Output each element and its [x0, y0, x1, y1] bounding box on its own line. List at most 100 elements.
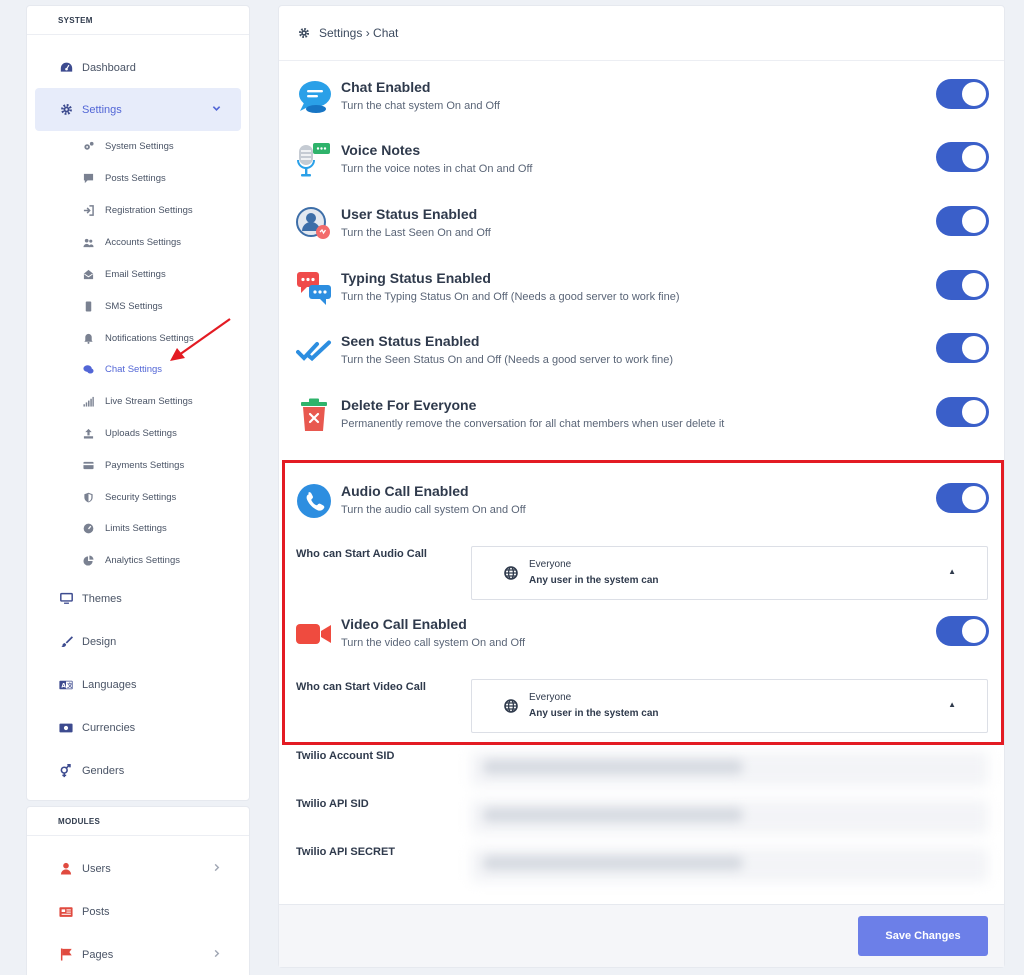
sidebar-subitem-posts-settings[interactable]: Posts Settings — [83, 168, 166, 188]
sidebar-subitem-system-settings[interactable]: System Settings — [83, 136, 174, 156]
chevron-down-icon — [212, 104, 221, 116]
twilio-api-secret-input[interactable] — [471, 848, 988, 882]
setting-seen-status: Seen Status Enabled Turn the Seen Status… — [296, 333, 989, 383]
sidebar-subitem-analytics-settings[interactable]: Analytics Settings — [83, 550, 180, 570]
microphone-icon — [296, 142, 332, 178]
chevron-right-icon — [212, 863, 221, 875]
user-icon — [59, 862, 73, 876]
system-heading: SYSTEM — [27, 6, 249, 35]
voice-notes-toggle[interactable] — [936, 142, 989, 172]
breadcrumb-text: Settings › Chat — [319, 26, 399, 40]
setting-description: Turn the Seen Status On and Off (Needs a… — [341, 354, 674, 366]
dashboard-icon — [59, 61, 73, 75]
setting-typing-status: Typing Status Enabled Turn the Typing St… — [296, 270, 989, 320]
typing-bubbles-icon — [296, 270, 332, 306]
setting-delete-for-everyone: Delete For Everyone Permanently remove t… — [296, 397, 989, 447]
sidebar-item-themes[interactable]: Themes — [35, 577, 241, 620]
upload-icon — [83, 428, 94, 439]
sign-in-icon — [83, 204, 94, 216]
user-status-icon — [296, 206, 332, 242]
setting-description: Turn the Last Seen On and Off — [341, 227, 491, 239]
sidebar-item-label: Settings — [82, 103, 122, 116]
call-settings-highlight — [282, 460, 1004, 745]
modules-heading: MODULES — [27, 807, 249, 836]
sidebar-item-dashboard[interactable]: Dashboard — [35, 46, 241, 89]
chat-icon — [83, 364, 94, 375]
setting-description: Turn the Typing Status On and Off (Needs… — [341, 291, 680, 303]
money-icon — [59, 721, 73, 735]
sidebar-item-settings[interactable]: Settings — [35, 88, 241, 131]
sidebar-subitem-accounts-settings[interactable]: Accounts Settings — [83, 232, 181, 252]
setting-voice-notes: Voice Notes Turn the voice notes in chat… — [296, 142, 989, 192]
cogs-icon — [83, 141, 94, 152]
sidebar-subitem-live-stream-settings[interactable]: Live Stream Settings — [83, 391, 193, 411]
twilio-api-secret-label: Twilio API SECRET — [296, 846, 396, 858]
shield-icon — [83, 492, 94, 503]
users-icon — [83, 237, 94, 248]
envelope-icon — [83, 269, 94, 280]
sidebar-subitem-registration-settings[interactable]: Registration Settings — [83, 200, 193, 220]
mobile-icon — [83, 300, 94, 312]
setting-title: Chat Enabled — [341, 79, 431, 95]
pie-chart-icon — [83, 554, 94, 566]
flag-icon — [59, 948, 73, 962]
trash-icon — [296, 397, 332, 433]
gear-icon — [297, 26, 311, 40]
setting-description: Turn the chat system On and Off — [341, 100, 500, 112]
chevron-right-icon — [212, 949, 221, 961]
twilio-account-sid-input[interactable] — [471, 752, 988, 786]
sidebar-subitem-payments-settings[interactable]: Payments Settings — [83, 455, 184, 475]
sidebar-subitem-sms-settings[interactable]: SMS Settings — [83, 296, 163, 316]
setting-title: Typing Status Enabled — [341, 270, 491, 286]
setting-chat-enabled: Chat Enabled Turn the chat system On and… — [296, 79, 989, 129]
sidebar-item-pages[interactable]: Pages — [35, 933, 241, 975]
sidebar-system: SYSTEM Dashboard Settings System Setting… — [26, 5, 250, 801]
sidebar-subitem-uploads-settings[interactable]: Uploads Settings — [83, 423, 177, 443]
user-status-toggle[interactable] — [936, 206, 989, 236]
monitor-icon — [59, 592, 73, 606]
language-icon: A文 — [59, 678, 73, 692]
card-footer: Save Changes — [279, 904, 1004, 967]
twilio-api-sid-label: Twilio API SID — [296, 798, 369, 810]
signal-icon — [83, 396, 94, 407]
chat-enabled-toggle[interactable] — [936, 79, 989, 109]
seen-status-toggle[interactable] — [936, 333, 989, 363]
setting-title: Voice Notes — [341, 142, 421, 158]
sidebar-item-currencies[interactable]: Currencies — [35, 706, 241, 749]
gender-icon — [59, 763, 73, 778]
setting-title: User Status Enabled — [341, 206, 478, 222]
double-check-icon — [296, 333, 332, 369]
setting-title: Seen Status Enabled — [341, 333, 480, 349]
setting-title: Delete For Everyone — [341, 397, 477, 413]
annotation-arrow-icon — [170, 318, 231, 361]
setting-user-status: User Status Enabled Turn the Last Seen O… — [296, 206, 989, 256]
twilio-api-sid-input[interactable] — [471, 800, 988, 834]
delete-for-everyone-toggle[interactable] — [936, 397, 989, 427]
sidebar-subitem-security-settings[interactable]: Security Settings — [83, 487, 176, 507]
sidebar-subitem-chat-settings[interactable]: Chat Settings — [83, 359, 162, 379]
credit-card-icon — [83, 460, 94, 471]
setting-description: Permanently remove the conversation for … — [341, 418, 725, 430]
sidebar-item-languages[interactable]: A文 Languages — [35, 663, 241, 706]
sidebar-item-genders[interactable]: Genders — [35, 749, 241, 792]
chat-bubble-icon — [296, 79, 332, 115]
twilio-account-sid-label: Twilio Account SID — [296, 750, 395, 762]
sidebar-item-label: Dashboard — [82, 61, 136, 74]
setting-description: Turn the voice notes in chat On and Off — [341, 163, 533, 175]
svg-text:A: A — [61, 683, 66, 689]
breadcrumb: Settings › Chat — [279, 6, 1004, 61]
gauge-icon — [83, 523, 94, 534]
sidebar-item-posts[interactable]: Posts — [35, 890, 241, 933]
sidebar-item-users[interactable]: Users — [35, 847, 241, 890]
typing-status-toggle[interactable] — [936, 270, 989, 300]
comment-icon — [83, 173, 94, 184]
save-changes-button[interactable]: Save Changes — [858, 916, 988, 956]
gear-icon — [59, 103, 73, 117]
sidebar-modules: MODULES Users Posts Pages — [26, 806, 250, 975]
sidebar-item-design[interactable]: Design — [35, 620, 241, 663]
sidebar-subitem-limits-settings[interactable]: Limits Settings — [83, 518, 167, 538]
sidebar-subitem-email-settings[interactable]: Email Settings — [83, 264, 166, 284]
bell-icon — [83, 333, 94, 344]
brush-icon — [59, 635, 73, 649]
newspaper-icon — [59, 905, 73, 919]
